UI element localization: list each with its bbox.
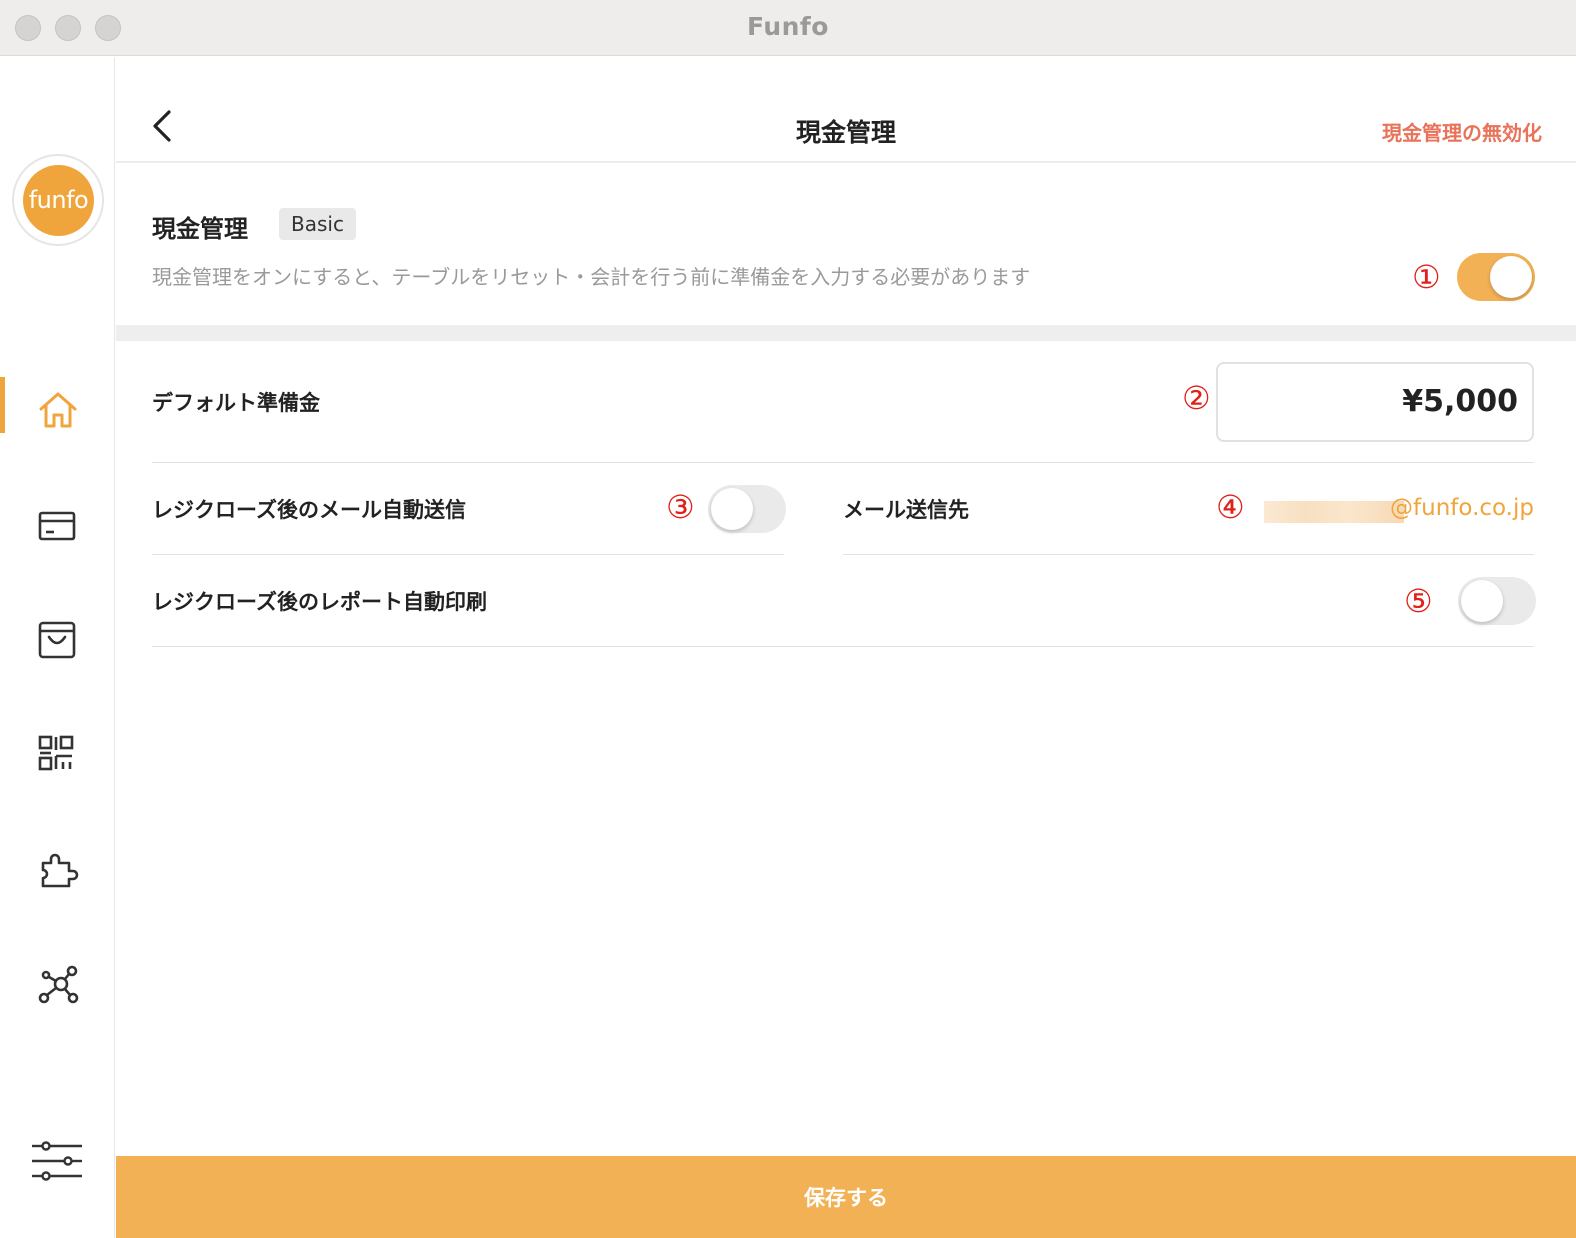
save-button-label: 保存する bbox=[804, 1186, 888, 1210]
page-title: 現金管理 bbox=[795, 118, 896, 147]
sidebar-item-settings[interactable] bbox=[0, 1132, 115, 1192]
cash-management-section: 現金管理 Basic 現金管理をオンにすると、テーブルをリセット・会計を行う前に… bbox=[116, 165, 1576, 325]
default-reserve-label: デフォルト準備金 bbox=[152, 391, 320, 415]
annotation-marker-5: ⑤ bbox=[1404, 582, 1433, 620]
redacted-email-user bbox=[1264, 501, 1404, 523]
annotation-marker-1: ① bbox=[1412, 258, 1441, 296]
home-icon bbox=[39, 392, 77, 428]
row-divider bbox=[152, 462, 1534, 463]
auto-print-label: レジクローズ後のレポート自動印刷 bbox=[152, 590, 487, 614]
brand-logo[interactable]: funfo bbox=[12, 154, 104, 246]
annotation-marker-3: ③ bbox=[666, 488, 695, 526]
auto-email-label: レジクローズ後のメール自動送信 bbox=[152, 498, 466, 522]
toggle-knob bbox=[711, 488, 753, 530]
sidebar-item-card[interactable] bbox=[0, 493, 115, 553]
page-header: 現金管理 現金管理の無効化 bbox=[116, 57, 1576, 163]
main-content: 現金管理 現金管理の無効化 現金管理 Basic 現金管理をオンにすると、テーブ… bbox=[116, 57, 1576, 1238]
sidebar: funfo bbox=[0, 57, 115, 1238]
default-reserve-input[interactable]: ¥5,000 bbox=[1216, 362, 1534, 442]
auto-email-toggle[interactable] bbox=[708, 485, 786, 533]
row-divider bbox=[152, 646, 1534, 647]
puzzle-icon bbox=[41, 853, 79, 888]
email-destination-value[interactable]: @funfo.co.jp bbox=[1390, 495, 1534, 521]
sidebar-item-qr[interactable] bbox=[0, 722, 115, 782]
network-icon bbox=[38, 965, 79, 1004]
card-icon bbox=[38, 511, 76, 541]
window-titlebar: Funfo bbox=[0, 0, 1576, 56]
sliders-icon bbox=[32, 1141, 82, 1181]
plan-badge: Basic bbox=[279, 208, 356, 240]
save-button[interactable]: 保存する bbox=[116, 1156, 1576, 1238]
row-divider bbox=[843, 554, 1534, 555]
window-title: Funfo bbox=[747, 12, 829, 41]
qr-code-icon bbox=[38, 735, 74, 771]
brand-logo-text: funfo bbox=[23, 165, 94, 236]
sidebar-item-plugins[interactable] bbox=[0, 837, 115, 897]
toggle-knob bbox=[1461, 580, 1503, 622]
cash-management-description: 現金管理をオンにすると、テーブルをリセット・会計を行う前に準備金を入力する必要が… bbox=[152, 265, 1031, 289]
row-divider bbox=[152, 554, 784, 555]
toggle-knob bbox=[1490, 256, 1532, 298]
default-reserve-value: ¥5,000 bbox=[1402, 384, 1518, 419]
disable-cash-management-link[interactable]: 現金管理の無効化 bbox=[1382, 117, 1542, 146]
active-indicator bbox=[0, 377, 5, 433]
annotation-marker-2: ② bbox=[1182, 379, 1211, 417]
shopping-bag-icon bbox=[38, 621, 76, 659]
sidebar-item-home[interactable] bbox=[0, 377, 115, 437]
auto-print-toggle[interactable] bbox=[1458, 577, 1536, 625]
sidebar-item-integrations[interactable] bbox=[0, 952, 115, 1012]
cash-management-toggle[interactable] bbox=[1457, 253, 1535, 301]
annotation-marker-4: ④ bbox=[1216, 488, 1245, 526]
email-destination-label: メール送信先 bbox=[843, 498, 969, 522]
sidebar-item-orders[interactable] bbox=[0, 607, 115, 667]
section-divider bbox=[116, 325, 1576, 341]
cash-management-title: 現金管理 bbox=[152, 215, 248, 243]
